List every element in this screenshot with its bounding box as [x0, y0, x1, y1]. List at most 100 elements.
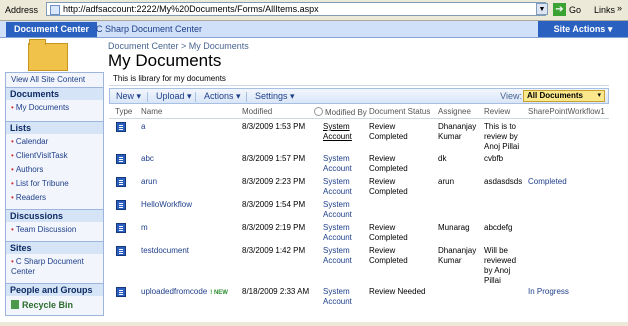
tab-csharp-document-center[interactable]: C Sharp Document Center — [88, 22, 210, 37]
nav-item-team-discussion[interactable]: • Team Discussion — [11, 225, 76, 234]
chevron-down-icon: ▾ — [597, 92, 601, 99]
modified-by-link[interactable]: System Account — [323, 177, 367, 197]
workflow-status-link[interactable]: Completed — [528, 177, 567, 187]
column-header-type[interactable]: Type — [115, 107, 132, 116]
review-comment: abcdefg — [484, 223, 513, 232]
assignee: Dhananjay Kumar — [438, 122, 477, 141]
table-row[interactable]: uploadedfromcode! NEW 8/18/2009 2:33 AM Sy… — [109, 285, 609, 315]
bullet-icon: • — [11, 151, 14, 160]
assignee: Munarag — [438, 223, 470, 232]
document-name-link[interactable]: uploadedfromcode! NEW — [141, 287, 228, 298]
go-arrow-icon: ➔ — [553, 3, 566, 16]
nav-item-my-documents[interactable]: • My Documents — [11, 103, 69, 112]
modified-by-link[interactable]: System Account — [323, 122, 367, 142]
new-menu-button[interactable]: New ▾ — [116, 91, 141, 102]
modified-by-link[interactable]: System Account — [323, 154, 367, 174]
settings-menu-button[interactable]: Settings ▾ — [255, 91, 295, 102]
nav-heading-discussions[interactable]: Discussions — [6, 209, 103, 222]
nav-item-clientvisittask[interactable]: • ClientVisitTask — [11, 151, 68, 160]
address-url[interactable]: http://adfsaccount:2222/My%20Documents/F… — [63, 4, 319, 14]
top-nav-bar: Document Center C Sharp Document Center … — [0, 21, 628, 38]
review-comment: asdasdsds — [484, 177, 523, 186]
actions-menu-button[interactable]: Actions ▾ — [204, 91, 241, 102]
table-row[interactable]: a 8/3/2009 1:53 PM System Account Review Co… — [109, 120, 609, 151]
modified-by-link[interactable]: System Account — [323, 246, 367, 266]
column-header-modified-by[interactable]: Modified By — [314, 107, 367, 117]
upload-menu-button[interactable]: Upload ▾ — [156, 91, 192, 102]
view-label: View: — [500, 91, 522, 101]
recycle-bin-link[interactable]: Recycle Bin — [11, 300, 73, 310]
bullet-icon: • — [11, 165, 14, 174]
modified-date: 8/3/2009 1:42 PM — [242, 246, 306, 255]
window-bottom-border — [0, 322, 628, 326]
site-actions-button[interactable]: Site Actions ▾ — [538, 21, 628, 37]
address-bar: Address http://adfsaccount:2222/My%20Doc… — [0, 0, 628, 21]
column-header-document-status[interactable]: Document Status — [369, 107, 430, 116]
column-header-modified[interactable]: Modified — [242, 107, 272, 116]
column-header-assignee[interactable]: Assignee — [438, 107, 471, 116]
list-toolbar: New ▾ Upload ▾ Actions ▾ Settings ▾ View… — [109, 88, 609, 104]
document-name-link[interactable]: a — [141, 122, 145, 132]
modified-by-link[interactable]: System Account — [323, 223, 367, 243]
nav-item-readers[interactable]: • Readers — [11, 193, 46, 202]
presence-icon — [314, 107, 323, 116]
document-name-link[interactable]: m — [141, 223, 148, 233]
view-all-site-content-link[interactable]: View All Site Content — [11, 75, 85, 84]
nav-item-csharp-document-center[interactable]: • C Sharp Document Center — [11, 257, 99, 277]
document-name-link[interactable]: testdocument — [141, 246, 189, 256]
modified-by-link[interactable]: System Account — [323, 287, 367, 307]
nav-heading-documents[interactable]: Documents — [6, 87, 103, 100]
document-name-link[interactable]: HelloWorkflow — [141, 200, 192, 210]
document-status: Review Completed — [369, 223, 408, 242]
nav-item-list-for-tribune[interactable]: • List for Tribune — [11, 179, 69, 188]
review-comment: cvbfb — [484, 154, 504, 163]
table-row[interactable]: testdocument 8/3/2009 1:42 PM System Accou… — [109, 244, 609, 285]
modified-date: 8/3/2009 1:57 PM — [242, 154, 306, 163]
bullet-icon: • — [11, 257, 14, 266]
assignee: Dhananjay Kumar — [438, 246, 477, 265]
review-comment: Will be reviewed by Anoj Pillai — [484, 246, 517, 285]
column-header-name[interactable]: Name — [141, 107, 162, 116]
links-chevron-icon[interactable]: » — [617, 3, 622, 13]
assignee: arun — [438, 177, 455, 186]
tab-document-center[interactable]: Document Center — [6, 22, 98, 37]
modified-date: 8/3/2009 1:54 PM — [242, 200, 306, 209]
document-icon[interactable] — [116, 287, 126, 297]
nav-item-calendar[interactable]: • Calendar — [11, 137, 48, 146]
document-icon[interactable] — [116, 122, 126, 132]
document-name-link[interactable]: abc — [141, 154, 154, 164]
library-description-bar: This is library for my documents — [109, 73, 609, 86]
column-header-review[interactable]: Review — [484, 107, 510, 116]
page-icon — [50, 5, 60, 15]
bullet-icon: • — [11, 225, 14, 234]
list-header-row: Type Name Modified Modified By Document … — [109, 107, 609, 119]
recycle-bin-icon — [11, 300, 19, 309]
nav-heading-people-and-groups[interactable]: People and Groups — [6, 283, 103, 296]
nav-heading-sites[interactable]: Sites — [6, 241, 103, 254]
nav-item-authors[interactable]: • Authors — [11, 165, 43, 174]
address-input[interactable]: http://adfsaccount:2222/My%20Documents/F… — [46, 2, 546, 16]
go-button[interactable]: ➔ Go — [553, 3, 588, 16]
links-label[interactable]: Links — [594, 5, 615, 15]
document-status: Review Needed — [369, 287, 426, 296]
document-icon[interactable] — [116, 154, 126, 164]
modified-by-link[interactable]: System Account — [323, 200, 367, 220]
folder-icon — [28, 39, 68, 71]
breadcrumb[interactable]: Document Center > My Documents — [108, 41, 249, 51]
quick-launch: View All Site Content Documents • My Docu… — [5, 72, 104, 316]
document-icon[interactable] — [116, 200, 126, 210]
document-name-link[interactable]: arun — [141, 177, 157, 187]
library-description: This is library for my documents — [113, 74, 226, 83]
assignee: dk — [438, 154, 447, 163]
bullet-icon: • — [11, 193, 14, 202]
chevron-down-icon[interactable]: ▼ — [536, 3, 548, 15]
document-icon[interactable] — [116, 246, 126, 256]
workflow-status-link[interactable]: In Progress — [528, 287, 569, 297]
view-select[interactable]: All Documents ▾ — [523, 90, 605, 102]
go-label: Go — [569, 5, 582, 15]
document-icon[interactable] — [116, 223, 126, 233]
modified-date: 8/3/2009 1:53 PM — [242, 122, 306, 131]
document-icon[interactable] — [116, 177, 126, 187]
nav-heading-lists[interactable]: Lists — [6, 121, 103, 134]
column-header-sharepointworkflow1[interactable]: SharePointWorkflow1 — [528, 107, 605, 116]
